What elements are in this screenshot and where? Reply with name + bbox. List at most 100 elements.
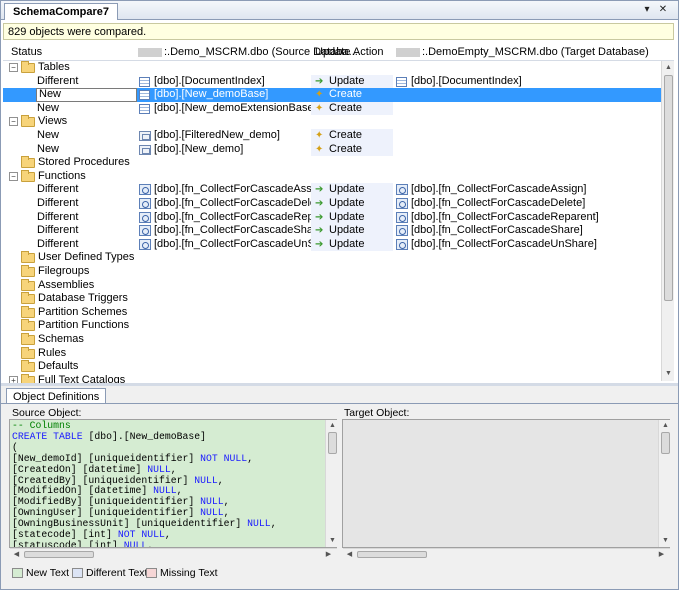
tree-group-row[interactable]: − Views bbox=[3, 115, 661, 129]
update-action-label: Update bbox=[329, 224, 365, 237]
update-action-cell[interactable]: ➔ Update bbox=[311, 237, 393, 252]
tree-group-row[interactable]: Partition Functions bbox=[3, 319, 661, 333]
update-action-label: Update bbox=[329, 74, 365, 87]
redacted-server-name bbox=[138, 47, 162, 57]
table-row[interactable]: Different [dbo].[fn_CollectForCascadeDele… bbox=[3, 197, 661, 211]
update-action-label: Create bbox=[329, 88, 363, 101]
folder-icon bbox=[21, 61, 35, 73]
table-row[interactable]: Different [dbo].[fn_CollectForCascadeRepa… bbox=[3, 210, 661, 225]
update-action-cell[interactable]: ➔ Update bbox=[311, 197, 393, 211]
tree-group-row[interactable]: Database Triggers bbox=[3, 292, 661, 306]
folder-icon bbox=[21, 115, 35, 128]
column-header-update-action[interactable]: Update Action bbox=[315, 46, 384, 58]
comparison-info-bar: 829 objects were compared. bbox=[3, 23, 674, 40]
table-row[interactable]: Different [dbo].[DocumentIndex] ➔ Update [db… bbox=[3, 74, 661, 89]
table-icon bbox=[139, 76, 150, 87]
function-icon bbox=[139, 198, 151, 209]
scroll-right-arrow-icon[interactable]: ▶ bbox=[324, 550, 333, 559]
tree-group-row[interactable]: Partition Schemes bbox=[3, 305, 661, 320]
update-action-cell[interactable]: ➔ Update bbox=[311, 210, 393, 225]
tree-group-row[interactable]: Filegroups bbox=[3, 265, 661, 279]
scroll-thumb[interactable] bbox=[328, 432, 337, 454]
function-icon bbox=[396, 211, 408, 223]
tree-group-row[interactable]: Schemas bbox=[3, 333, 661, 347]
update-action-cell[interactable]: ➔ Update bbox=[311, 224, 393, 238]
source-horizontal-scrollbar[interactable]: ◀ ▶ bbox=[10, 548, 337, 559]
tree-group-row[interactable]: User Defined Types bbox=[3, 251, 661, 265]
function-icon bbox=[396, 238, 408, 250]
table-row[interactable]: Different [dbo].[fn_CollectForCascadeShar… bbox=[3, 224, 661, 238]
group-label: Database Triggers bbox=[38, 292, 128, 305]
scroll-right-arrow-icon[interactable]: ▶ bbox=[657, 550, 666, 559]
different-text-swatch bbox=[72, 568, 83, 578]
source-object-cell: [dbo].[fn_CollectForCascadeDelete] bbox=[154, 197, 329, 209]
missing-text-swatch bbox=[146, 568, 157, 578]
target-object-editor[interactable] bbox=[342, 419, 670, 548]
status-cell: Different bbox=[37, 74, 79, 87]
table-row[interactable]: Different [dbo].[fn_CollectForCascadeAssi… bbox=[3, 183, 661, 197]
table-icon bbox=[396, 76, 407, 87]
scroll-left-arrow-icon[interactable]: ◀ bbox=[12, 550, 21, 559]
status-cell-editor[interactable]: New bbox=[36, 88, 137, 102]
tree-group-row[interactable]: − Tables bbox=[3, 61, 661, 75]
scroll-left-arrow-icon[interactable]: ◀ bbox=[345, 550, 354, 559]
source-object-editor[interactable]: -- Columns CREATE TABLE [dbo].[New_demoBa… bbox=[9, 419, 337, 548]
collapse-icon[interactable]: − bbox=[9, 117, 18, 127]
target-horizontal-scrollbar[interactable]: ◀ ▶ bbox=[343, 548, 670, 559]
legend-new-text: New Text bbox=[26, 567, 69, 579]
collapse-icon[interactable]: − bbox=[9, 63, 18, 72]
scroll-up-arrow-icon[interactable]: ▲ bbox=[664, 63, 673, 72]
folder-icon bbox=[21, 278, 35, 291]
results-vertical-scrollbar[interactable]: ▲ ▼ bbox=[661, 61, 674, 381]
source-object-cell: [dbo].[fn_CollectForCascadeShare] bbox=[154, 224, 326, 237]
target-object-cell: [dbo].[fn_CollectForCascadeDelete] bbox=[411, 197, 586, 209]
table-row[interactable]: New [dbo].[New_demoExtensionBase] ✦ Create bbox=[3, 101, 661, 116]
source-vertical-scrollbar[interactable]: ▲ ▼ bbox=[325, 420, 338, 547]
update-action-cell[interactable]: ✦ Create bbox=[311, 129, 393, 143]
tree-group-row[interactable]: + Full Text Catalogs bbox=[3, 373, 661, 383]
column-header-target[interactable]: :.DemoEmpty_MSCRM.dbo (Target Database) bbox=[396, 46, 649, 58]
update-action-cell[interactable]: ➔ Update bbox=[311, 183, 393, 197]
scroll-thumb[interactable] bbox=[664, 75, 673, 301]
tree-group-row[interactable]: Rules bbox=[3, 346, 661, 361]
target-vertical-scrollbar[interactable]: ▲ ▼ bbox=[658, 420, 671, 547]
function-icon bbox=[139, 184, 151, 196]
comparison-results-tree[interactable]: − Tables Different [dbo].[DocumentIndex] ➔ Up… bbox=[3, 61, 661, 383]
scroll-down-arrow-icon[interactable]: ▼ bbox=[661, 536, 670, 545]
scroll-thumb[interactable] bbox=[357, 551, 427, 558]
scroll-up-arrow-icon[interactable]: ▲ bbox=[328, 421, 337, 430]
column-header-status[interactable]: Status bbox=[11, 46, 42, 58]
update-action-cell[interactable]: ✦ Create bbox=[311, 101, 393, 116]
scroll-down-arrow-icon[interactable]: ▼ bbox=[328, 536, 337, 545]
code-line: CREATE TABLE [dbo].[New_demoBase] bbox=[12, 430, 207, 442]
update-action-icon: ➔ bbox=[315, 211, 324, 223]
table-row[interactable]: New [dbo].[New_demoBase] ✦ Create bbox=[3, 88, 661, 102]
scroll-up-arrow-icon[interactable]: ▲ bbox=[661, 421, 670, 430]
group-label: Assemblies bbox=[38, 278, 95, 291]
tab-object-definitions[interactable]: Object Definitions bbox=[6, 388, 107, 404]
table-row[interactable]: New [dbo].[New_demo] ✦ Create bbox=[3, 142, 661, 157]
scroll-thumb[interactable] bbox=[24, 551, 94, 558]
tab-schemacompare7[interactable]: SchemaCompare7 bbox=[4, 3, 118, 20]
update-action-cell[interactable]: ➔ Update bbox=[311, 74, 393, 89]
tab-list-dropdown-icon[interactable]: ▾ bbox=[641, 4, 653, 16]
tree-group-row[interactable]: Defaults bbox=[3, 360, 661, 374]
tree-group-row[interactable]: Stored Procedures bbox=[3, 156, 661, 170]
table-row[interactable]: Different [dbo].[fn_CollectForCascadeUnSh… bbox=[3, 237, 661, 252]
table-icon bbox=[139, 90, 150, 101]
scroll-thumb[interactable] bbox=[661, 432, 670, 454]
update-action-cell[interactable]: ✦ Create bbox=[311, 142, 393, 157]
function-icon bbox=[396, 198, 408, 209]
tree-group-row[interactable]: Assemblies bbox=[3, 278, 661, 293]
tree-group-row[interactable]: − Functions bbox=[3, 169, 661, 184]
code-line: [CreatedOn] [datetime] NULL, bbox=[12, 463, 177, 475]
update-action-cell[interactable]: ✦ Create bbox=[311, 88, 393, 102]
scroll-down-arrow-icon[interactable]: ▼ bbox=[664, 369, 673, 378]
table-row[interactable]: New [dbo].[FilteredNew_demo] ✦ Create bbox=[3, 129, 661, 143]
source-object-cell: [dbo].[fn_CollectForCascadeAssign] bbox=[154, 183, 330, 196]
folder-icon bbox=[21, 265, 35, 277]
close-icon[interactable]: ✕ bbox=[657, 4, 669, 16]
collapse-icon[interactable]: − bbox=[9, 171, 18, 181]
folder-icon bbox=[21, 333, 35, 345]
expand-icon[interactable]: + bbox=[9, 375, 18, 383]
